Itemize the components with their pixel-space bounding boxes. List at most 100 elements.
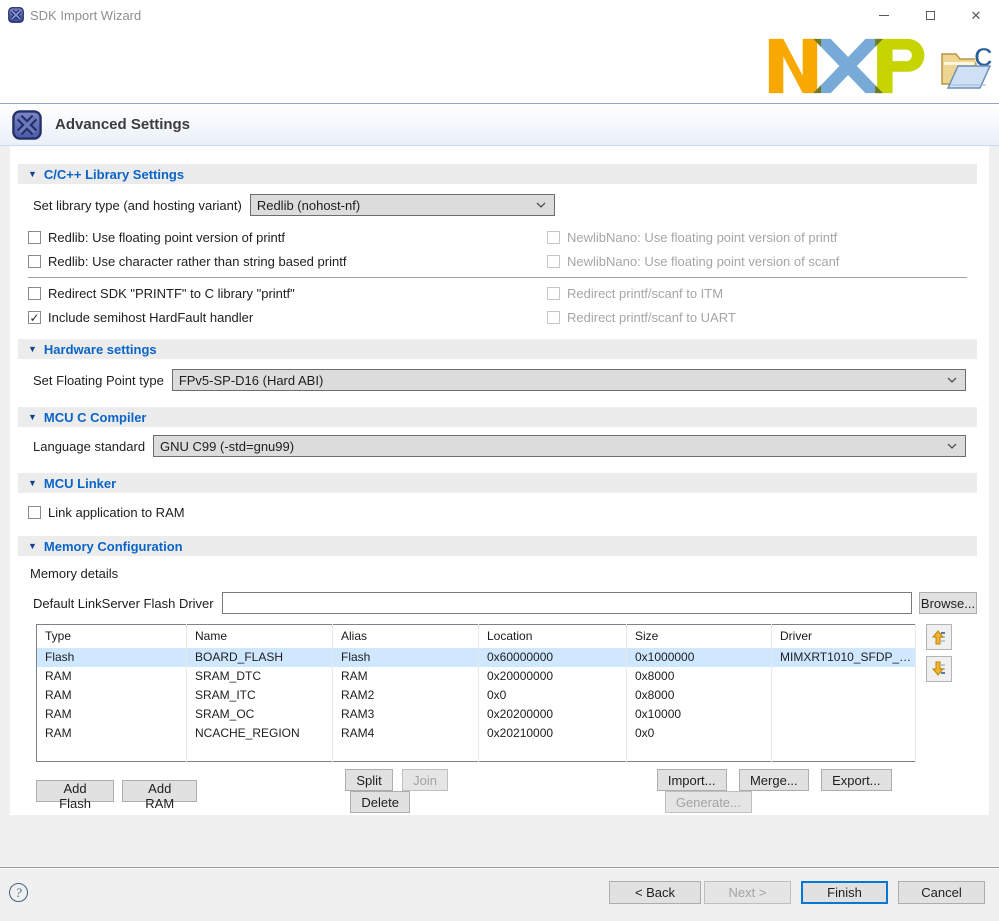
table-row-empty[interactable]: [37, 743, 916, 762]
browse-button[interactable]: Browse...: [919, 592, 977, 614]
checkbox-box[interactable]: [28, 231, 41, 244]
cell-type[interactable]: RAM: [37, 705, 187, 724]
cell-name[interactable]: [187, 743, 333, 762]
move-up-button[interactable]: [926, 624, 952, 650]
cell-alias[interactable]: RAM4: [333, 724, 479, 743]
checkbox-box: [547, 287, 560, 300]
cell-name[interactable]: SRAM_OC: [187, 705, 333, 724]
cell-type[interactable]: RAM: [37, 686, 187, 705]
merge-button[interactable]: Merge...: [739, 769, 809, 791]
checkbox-box[interactable]: [28, 287, 41, 300]
flash-driver-label: Default LinkServer Flash Driver: [33, 596, 214, 611]
cell-driver[interactable]: [772, 724, 916, 743]
cell-size[interactable]: 0x8000: [627, 686, 772, 705]
cell-name[interactable]: SRAM_DTC: [187, 667, 333, 686]
table-row-board-flash[interactable]: Flash BOARD_FLASH Flash 0x60000000 0x100…: [37, 648, 916, 667]
checkbox-label: Redirect printf/scanf to ITM: [567, 286, 723, 301]
column-header-alias[interactable]: Alias: [333, 625, 479, 648]
checkbox-group-divider: [28, 277, 967, 278]
table-row-sram-itc[interactable]: RAM SRAM_ITC RAM2 0x0 0x8000: [37, 686, 916, 705]
checkbox-redirect-sdk-printf[interactable]: Redirect SDK "PRINTF" to C library "prin…: [28, 286, 547, 301]
column-header-type[interactable]: Type: [37, 625, 187, 648]
arrow-up-icon: [931, 629, 947, 645]
cell-size[interactable]: [627, 743, 772, 762]
cell-size[interactable]: 0x10000: [627, 705, 772, 724]
export-button[interactable]: Export...: [821, 769, 891, 791]
add-ram-button[interactable]: Add RAM: [122, 780, 197, 802]
checkbox-semihost-hardfault[interactable]: Include semihost HardFault handler: [28, 310, 547, 325]
checkbox-box[interactable]: [28, 506, 41, 519]
language-standard-select[interactable]: GNU C99 (-std=gnu99): [153, 435, 966, 457]
cell-alias[interactable]: RAM2: [333, 686, 479, 705]
section-mcu-c-compiler[interactable]: ▼ MCU C Compiler: [18, 407, 977, 427]
checkbox-box-checked[interactable]: [28, 311, 41, 324]
cell-size[interactable]: 0x1000000: [627, 648, 772, 667]
import-button[interactable]: Import...: [657, 769, 727, 791]
close-button[interactable]: ✕: [953, 0, 999, 30]
cell-size[interactable]: 0x8000: [627, 667, 772, 686]
cell-location[interactable]: 0x20000000: [479, 667, 627, 686]
minimize-button[interactable]: [861, 0, 907, 30]
cell-size[interactable]: 0x0: [627, 724, 772, 743]
section-title: Memory Configuration: [44, 539, 183, 554]
close-icon: ✕: [971, 9, 982, 22]
column-header-location[interactable]: Location: [479, 625, 627, 648]
minimize-icon: [879, 15, 889, 16]
split-button[interactable]: Split: [345, 769, 392, 791]
table-row-sram-oc[interactable]: RAM SRAM_OC RAM3 0x20200000 0x10000: [37, 705, 916, 724]
checkbox-label: Link application to RAM: [48, 505, 185, 520]
cell-name[interactable]: BOARD_FLASH: [187, 648, 333, 667]
cell-alias[interactable]: RAM: [333, 667, 479, 686]
cell-location[interactable]: [479, 743, 627, 762]
cell-alias[interactable]: RAM3: [333, 705, 479, 724]
table-row-sram-dtc[interactable]: RAM SRAM_DTC RAM 0x20000000 0x8000: [37, 667, 916, 686]
cell-driver[interactable]: MIMXRT1010_SFDP_QS...: [772, 648, 916, 667]
column-header-name[interactable]: Name: [187, 625, 333, 648]
checkbox-box: [547, 231, 560, 244]
cell-type[interactable]: Flash: [37, 648, 187, 667]
checkbox-link-to-ram[interactable]: Link application to RAM: [28, 505, 977, 520]
delete-button[interactable]: Delete: [350, 791, 410, 813]
cell-name[interactable]: NCACHE_REGION: [187, 724, 333, 743]
checkbox-redlib-char-printf[interactable]: Redlib: Use character rather than string…: [28, 254, 547, 269]
column-header-size[interactable]: Size: [627, 625, 772, 648]
memory-table-header: Type Name Alias Location Size Driver: [37, 625, 916, 648]
language-standard-value: GNU C99 (-std=gnu99): [160, 439, 947, 454]
cell-type[interactable]: RAM: [37, 724, 187, 743]
collapse-triangle-icon: ▼: [28, 344, 37, 354]
library-type-select[interactable]: Redlib (nohost-nf): [250, 194, 555, 216]
cell-alias[interactable]: [333, 743, 479, 762]
cell-type[interactable]: [37, 743, 187, 762]
table-row-ncache-region[interactable]: RAM NCACHE_REGION RAM4 0x20210000 0x0: [37, 724, 916, 743]
settings-panel: ▼ C/C++ Library Settings Set library typ…: [10, 146, 989, 815]
cell-driver[interactable]: [772, 686, 916, 705]
cell-location[interactable]: 0x0: [479, 686, 627, 705]
checkbox-redlib-float-printf[interactable]: Redlib: Use floating point version of pr…: [28, 230, 547, 245]
section-hardware-settings[interactable]: ▼ Hardware settings: [18, 339, 977, 359]
cell-driver[interactable]: [772, 743, 916, 762]
flash-driver-input[interactable]: [222, 592, 912, 614]
section-mcu-linker[interactable]: ▼ MCU Linker: [18, 473, 977, 493]
cell-location[interactable]: 0x20210000: [479, 724, 627, 743]
cell-location[interactable]: 0x60000000: [479, 648, 627, 667]
cell-type[interactable]: RAM: [37, 667, 187, 686]
cancel-button[interactable]: Cancel: [898, 881, 985, 904]
section-memory-configuration[interactable]: ▼ Memory Configuration: [18, 536, 977, 556]
cell-driver[interactable]: [772, 667, 916, 686]
cell-location[interactable]: 0x20200000: [479, 705, 627, 724]
cell-name[interactable]: SRAM_ITC: [187, 686, 333, 705]
window-title: SDK Import Wizard: [30, 8, 141, 23]
cell-alias[interactable]: Flash: [333, 648, 479, 667]
checkbox-box[interactable]: [28, 255, 41, 268]
move-down-button[interactable]: [926, 656, 952, 682]
column-header-driver[interactable]: Driver: [772, 625, 916, 648]
cell-driver[interactable]: [772, 705, 916, 724]
maximize-button[interactable]: [907, 0, 953, 30]
back-button[interactable]: < Back: [609, 881, 701, 904]
mcuxpresso-app-icon: [8, 7, 24, 23]
floating-point-select[interactable]: FPv5-SP-D16 (Hard ABI): [172, 369, 966, 391]
add-flash-button[interactable]: Add Flash: [36, 780, 114, 802]
help-icon[interactable]: ?: [9, 883, 28, 902]
section-library-settings[interactable]: ▼ C/C++ Library Settings: [18, 164, 977, 184]
finish-button[interactable]: Finish: [801, 881, 888, 904]
